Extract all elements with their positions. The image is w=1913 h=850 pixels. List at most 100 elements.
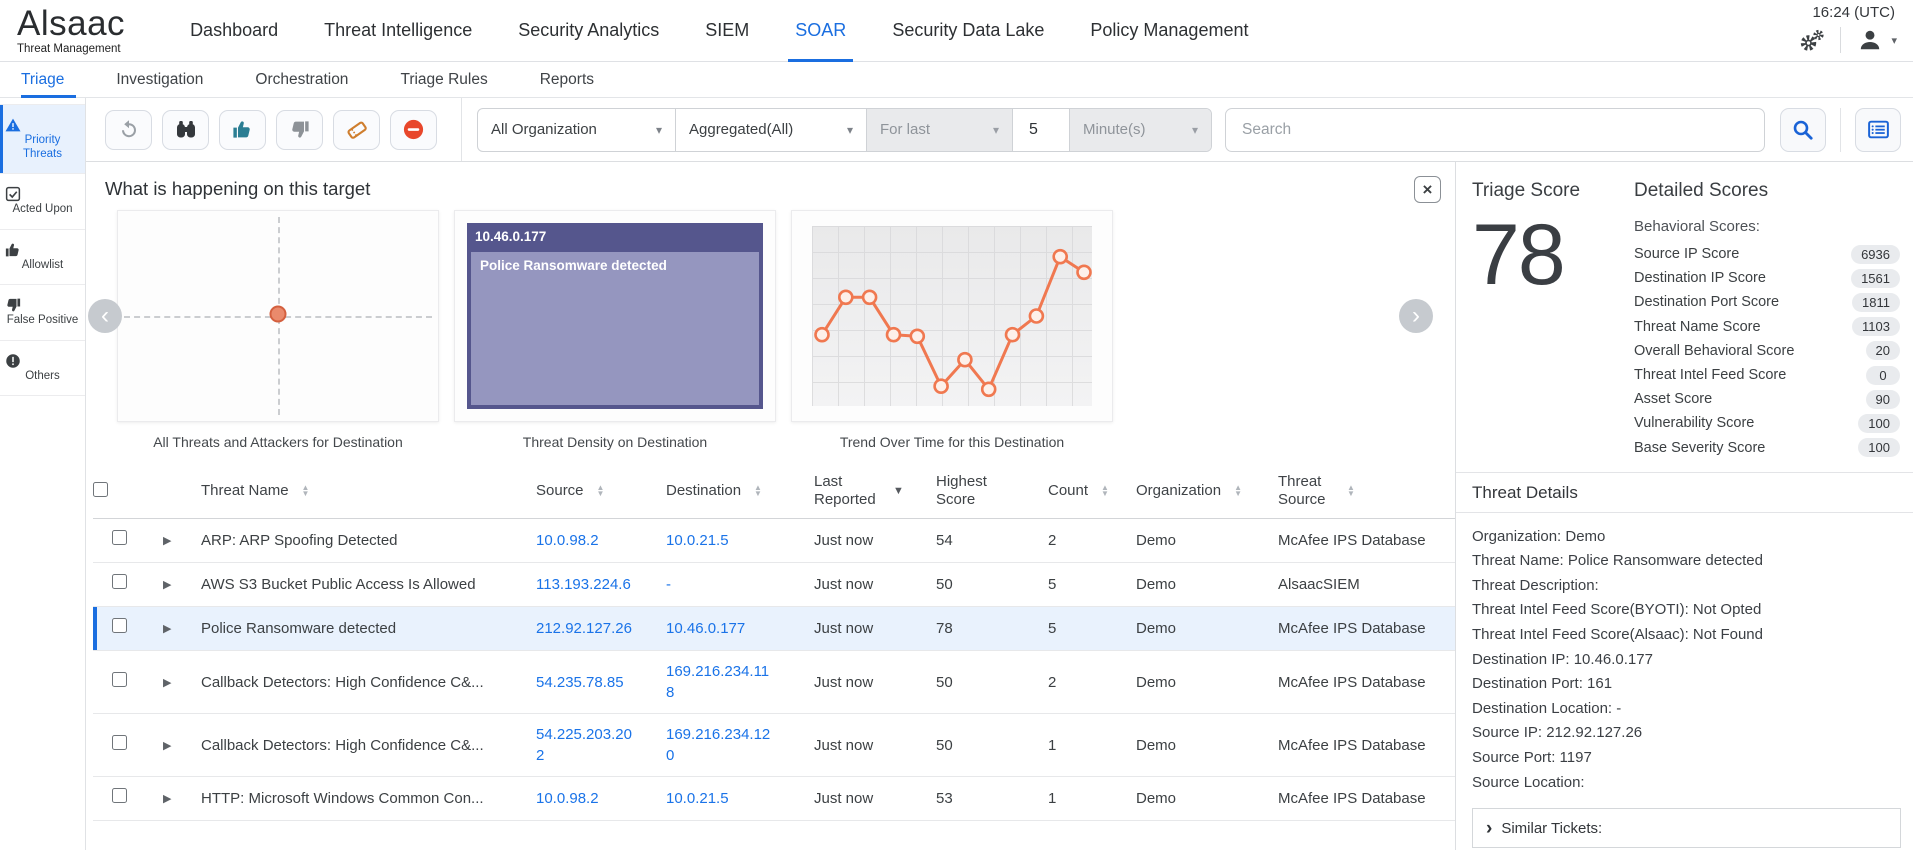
- trend-chart-card[interactable]: [791, 210, 1113, 422]
- row-checkbox[interactable]: [111, 734, 127, 750]
- range-mode-dropdown[interactable]: For last ▾: [867, 108, 1013, 151]
- thumb-down-icon: [288, 118, 311, 141]
- organization-cell: Demo: [1136, 776, 1278, 821]
- tab-reports[interactable]: Reports: [514, 62, 620, 98]
- nav-item-security-analytics[interactable]: Security Analytics: [495, 0, 682, 62]
- threat-details-title: Threat Details: [1472, 482, 1578, 502]
- row-expander-icon[interactable]: ▶: [151, 740, 171, 752]
- source-ip-link[interactable]: 10.0.98.2: [536, 790, 599, 807]
- nav-item-dashboard[interactable]: Dashboard: [167, 0, 301, 62]
- threat-row[interactable]: ▶ Callback Detectors: High Confidence C&…: [93, 713, 1455, 777]
- sidebar-item-priority-threats[interactable]: Priority Threats: [0, 104, 85, 174]
- tab-orchestration[interactable]: Orchestration: [229, 62, 374, 98]
- tab-triage-rules[interactable]: Triage Rules: [374, 62, 513, 98]
- threat-row[interactable]: ▶ Callback Detectors: High Confidence C&…: [93, 650, 1455, 714]
- sort-threat-source[interactable]: ▲ ▼: [1347, 483, 1355, 498]
- close-carousel-button[interactable]: ×: [1414, 176, 1441, 203]
- count-cell: 2: [1048, 518, 1136, 563]
- range-unit-dropdown[interactable]: Minute(s) ▾: [1070, 108, 1211, 151]
- carousel-prev-button[interactable]: ‹: [88, 299, 122, 333]
- row-checkbox[interactable]: [111, 788, 127, 803]
- ticket-icon: [345, 118, 369, 142]
- user-menu-caret-icon[interactable]: ▾: [1891, 34, 1897, 47]
- nav-item-soar[interactable]: SOAR: [772, 0, 869, 62]
- treemap-threat-label: Police Ransomware detected: [480, 258, 667, 273]
- ticket-button[interactable]: [333, 109, 380, 150]
- sort-organization[interactable]: ▲ ▼: [1234, 483, 1242, 498]
- destination-ip-link[interactable]: 169.216.234.120: [666, 726, 770, 764]
- approve-button[interactable]: [219, 109, 266, 150]
- aggregation-filter-dropdown[interactable]: Aggregated(All) ▾: [676, 108, 867, 151]
- organization-filter-dropdown[interactable]: All Organization ▾: [478, 108, 676, 151]
- row-expander-icon[interactable]: ▶: [151, 793, 171, 805]
- threat-row[interactable]: ▶ AWS S3 Bucket Public Access Is Allowed…: [93, 562, 1455, 607]
- detail-line: Threat Intel Feed Score(BYOTI): Not Opte…: [1472, 601, 1762, 619]
- search-input[interactable]: [1225, 107, 1765, 152]
- source-ip-link[interactable]: 54.235.78.85: [536, 674, 624, 691]
- destination-ip-link[interactable]: 10.0.21.5: [666, 532, 729, 549]
- refresh-button[interactable]: [105, 109, 152, 150]
- treemap-chart-card[interactable]: 10.46.0.177 Police Ransomware detected: [454, 210, 776, 422]
- row-checkbox[interactable]: [111, 530, 127, 545]
- sidebar-item-acted-upon[interactable]: Acted Upon: [0, 174, 85, 230]
- tab-investigation[interactable]: Investigation: [90, 62, 229, 98]
- destination-ip-link[interactable]: -: [666, 576, 671, 593]
- lookup-button[interactable]: [162, 109, 209, 150]
- destination-ip-link[interactable]: 10.0.21.5: [666, 790, 729, 807]
- treemap-inner-node[interactable]: Police Ransomware detected: [471, 252, 759, 405]
- score-row: Threat Intel Feed Score 0: [1634, 363, 1900, 387]
- reject-button[interactable]: [276, 109, 323, 150]
- sort-source[interactable]: ▲ ▼: [597, 483, 605, 498]
- row-expander-icon[interactable]: ▶: [151, 579, 171, 591]
- last-reported-cell: Just now: [814, 650, 936, 714]
- nav-item-security-data-lake[interactable]: Security Data Lake: [869, 0, 1067, 62]
- sidebar-item-allowlist[interactable]: Allowlist: [0, 230, 85, 285]
- sort-last-reported-desc-icon[interactable]: ▼: [893, 485, 904, 497]
- score-row: Destination IP Score 1561: [1634, 266, 1900, 290]
- threat-row-selected[interactable]: ▶ Police Ransomware detected 212.92.127.…: [93, 606, 1455, 651]
- row-checkbox[interactable]: [111, 671, 127, 687]
- warning-triangle-icon: [4, 116, 81, 134]
- row-expander-icon[interactable]: ▶: [151, 623, 171, 635]
- row-expander-icon[interactable]: ▶: [151, 535, 171, 547]
- sidebar-item-others[interactable]: Others: [0, 341, 85, 396]
- destination-ip-link[interactable]: 169.216.234.118: [666, 663, 769, 701]
- list-view-button[interactable]: [1855, 107, 1901, 152]
- source-ip-link[interactable]: 113.193.224.6: [536, 576, 631, 593]
- nav-item-policy-management[interactable]: Policy Management: [1067, 0, 1271, 62]
- user-icon[interactable]: [1855, 25, 1885, 55]
- thumb-up-icon: [231, 118, 254, 141]
- source-ip-link[interactable]: 10.0.98.2: [536, 532, 599, 549]
- tab-triage[interactable]: Triage: [21, 62, 90, 98]
- nav-item-siem[interactable]: SIEM: [682, 0, 772, 62]
- scatter-point[interactable]: [269, 305, 287, 323]
- row-checkbox[interactable]: [111, 618, 127, 633]
- treemap-outer-node[interactable]: 10.46.0.177 Police Ransomware detected: [467, 223, 763, 409]
- search-button[interactable]: [1780, 107, 1826, 152]
- row-expander-icon[interactable]: ▶: [151, 677, 171, 689]
- range-value-input[interactable]: [1013, 108, 1070, 151]
- threat-row[interactable]: ▶ ARP: ARP Spoofing Detected 10.0.98.2 1…: [93, 518, 1455, 563]
- sort-count[interactable]: ▲ ▼: [1101, 483, 1109, 498]
- carousel-title: What is happening on this target: [105, 178, 371, 199]
- scatter-chart-card[interactable]: [117, 210, 439, 422]
- score-label: Destination Port Score: [1634, 294, 1780, 311]
- source-ip-link[interactable]: 212.92.127.26: [536, 620, 632, 637]
- row-checkbox[interactable]: [111, 574, 127, 589]
- select-all-checkbox[interactable]: [93, 481, 108, 497]
- sort-threat-name[interactable]: ▲ ▼: [302, 483, 310, 498]
- score-badge: 100: [1858, 413, 1900, 433]
- nav-item-threat-intelligence[interactable]: Threat Intelligence: [301, 0, 495, 62]
- carousel-next-button[interactable]: ›: [1399, 299, 1433, 333]
- sort-destination[interactable]: ▲ ▼: [754, 483, 762, 498]
- similar-tickets-expander[interactable]: › Similar Tickets:: [1472, 808, 1901, 849]
- source-ip-link[interactable]: 54.225.203.202: [536, 726, 632, 764]
- threat-source-cell: McAfee IPS Database: [1278, 606, 1455, 651]
- settings-gears-icon[interactable]: [1796, 25, 1826, 55]
- destination-ip-link[interactable]: 10.46.0.177: [666, 620, 745, 637]
- sidebar-item-false-positive[interactable]: False Positive: [0, 285, 85, 341]
- sidebar-item-label: Allowlist: [21, 258, 64, 271]
- brand-logo[interactable]: Alsaac Threat Management: [17, 6, 125, 56]
- block-button[interactable]: [390, 109, 437, 150]
- threat-row[interactable]: ▶ HTTP: Microsoft Windows Common Con... …: [93, 776, 1455, 821]
